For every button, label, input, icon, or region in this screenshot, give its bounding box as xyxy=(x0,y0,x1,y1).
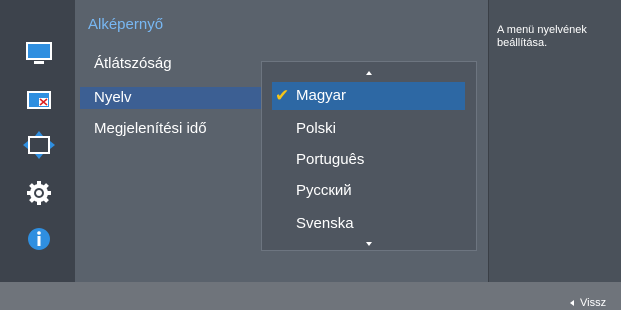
language-option[interactable]: Português xyxy=(272,146,465,174)
option-label: Magyar xyxy=(296,87,347,104)
bottom-bar xyxy=(0,282,621,310)
language-option[interactable]: Русский xyxy=(272,177,465,205)
scroll-up-arrow-icon[interactable] xyxy=(366,71,372,75)
language-option-selected[interactable]: ✔ Magyar xyxy=(272,82,465,110)
back-button[interactable]: Vissz xyxy=(570,297,606,309)
help-text: A menü nyelvének beállítása. xyxy=(497,24,587,49)
picture-in-picture-icon[interactable] xyxy=(23,87,55,115)
checkmark-icon: ✔ xyxy=(275,86,290,105)
info-icon[interactable] xyxy=(23,225,55,253)
osd-window: A menü nyelvének beállítása. Alképernyő … xyxy=(0,0,621,310)
resize-arrows-icon[interactable] xyxy=(23,131,55,159)
help-panel: A menü nyelvének beállítása. xyxy=(488,0,621,282)
scroll-down-arrow-icon[interactable] xyxy=(366,242,372,246)
menu-item-display-time[interactable]: Megjelenítési idő xyxy=(80,118,263,140)
back-arrow-icon xyxy=(570,300,574,307)
menu-title: Alképernyő xyxy=(88,16,164,33)
menu-item-language[interactable]: Nyelv xyxy=(80,87,263,109)
language-option[interactable]: Svenska xyxy=(272,210,465,238)
monitor-icon[interactable] xyxy=(23,40,55,68)
gear-icon[interactable] xyxy=(23,179,55,207)
language-option[interactable]: Polski xyxy=(272,115,465,143)
back-label: Vissz xyxy=(580,297,607,309)
menu-item-transparency[interactable]: Átlátszóság xyxy=(80,53,263,75)
language-dropdown[interactable]: ✔ Magyar Polski Português Русский Svensk… xyxy=(261,61,477,251)
